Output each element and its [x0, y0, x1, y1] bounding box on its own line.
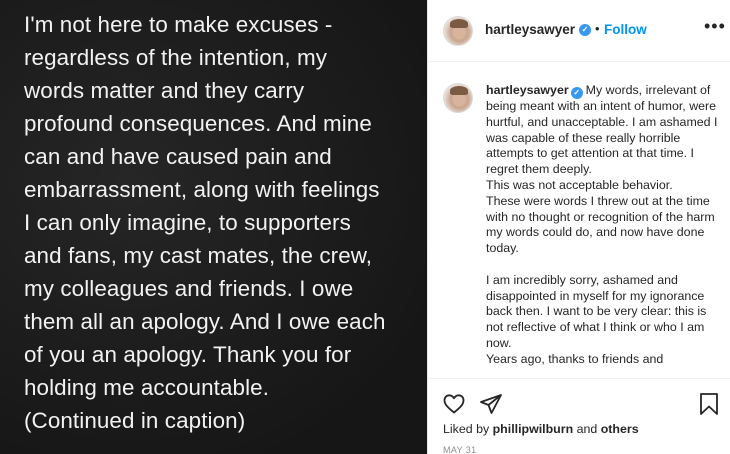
liked-by-and: and [576, 422, 598, 436]
image-text-line: embarrassment, along with feelings [24, 177, 380, 202]
bookmark-icon[interactable] [698, 392, 720, 416]
header-username[interactable]: hartleysawyer [485, 22, 575, 37]
caption-avatar[interactable] [443, 83, 473, 113]
image-text-line: and fans, my cast mates, the crew, [24, 243, 373, 268]
caption-paragraph: hartleysawyer ✓ My words, irrelevant of be… [486, 83, 721, 178]
share-icon[interactable] [479, 392, 503, 416]
avatar-hair [450, 86, 468, 95]
heart-icon[interactable] [442, 392, 466, 416]
separator-dot: • [595, 21, 600, 36]
image-text-line: of you an apology. Thank you for [24, 342, 352, 367]
post-image[interactable]: I'm not here to make excuses - regardles… [0, 0, 427, 454]
post-date[interactable]: MAY 31 [443, 445, 477, 454]
post-side-panel: hartleysawyer ✓ • Follow ••• hartleysawy… [427, 0, 730, 454]
follow-button[interactable]: Follow [604, 22, 647, 37]
avatar[interactable] [443, 16, 473, 46]
image-text-line: profound consequences. And mine [24, 111, 372, 136]
image-text-line: can and have caused pain and [24, 144, 332, 169]
image-text-line: I'm not here to make excuses - [24, 12, 333, 37]
liked-by-user-link[interactable]: phillipwilburn [493, 422, 574, 436]
verified-badge-icon: ✓ [570, 87, 583, 99]
liked-by-text: Liked by phillipwilburn and others [443, 422, 639, 436]
caption-paragraph: I am incredibly sorry, ashamed and disap… [486, 272, 707, 350]
post-image-text: I'm not here to make excuses - regardles… [24, 8, 424, 437]
avatar-hair [450, 19, 468, 28]
image-text-line: my colleagues and friends. I owe [24, 276, 354, 301]
image-text-line: them all an apology. And I owe each [24, 309, 386, 334]
image-text-line: words matter and they carry [24, 78, 305, 103]
image-text-line: holding me accountable. [24, 375, 270, 400]
more-options-icon[interactable]: ••• [704, 16, 726, 37]
caption-paragraph: These were words I threw out at the time… [486, 193, 715, 256]
post-actions: Liked by phillipwilburn and others MAY 3… [428, 378, 730, 454]
verified-badge-icon: ✓ [579, 24, 591, 36]
post-header: hartleysawyer ✓ • Follow ••• [428, 0, 730, 62]
liked-by-prefix: Liked by [443, 422, 490, 436]
caption-paragraph: This was not acceptable behavior. [486, 177, 673, 192]
image-text-line: regardless of the intention, my [24, 45, 328, 70]
image-text-line: I can only imagine, to supporters [24, 210, 351, 235]
caption-area[interactable]: hartleysawyer ✓ My words, irrelevant of be… [428, 63, 730, 376]
image-text-line: (Continued in caption) [24, 408, 246, 433]
caption-paragraph: Years ago, thanks to friends and [486, 351, 664, 366]
liked-by-others-link[interactable]: others [601, 422, 639, 436]
caption: hartleysawyer ✓ My words, irrelevant of be… [486, 83, 721, 368]
caption-username[interactable]: hartleysawyer [486, 83, 569, 97]
